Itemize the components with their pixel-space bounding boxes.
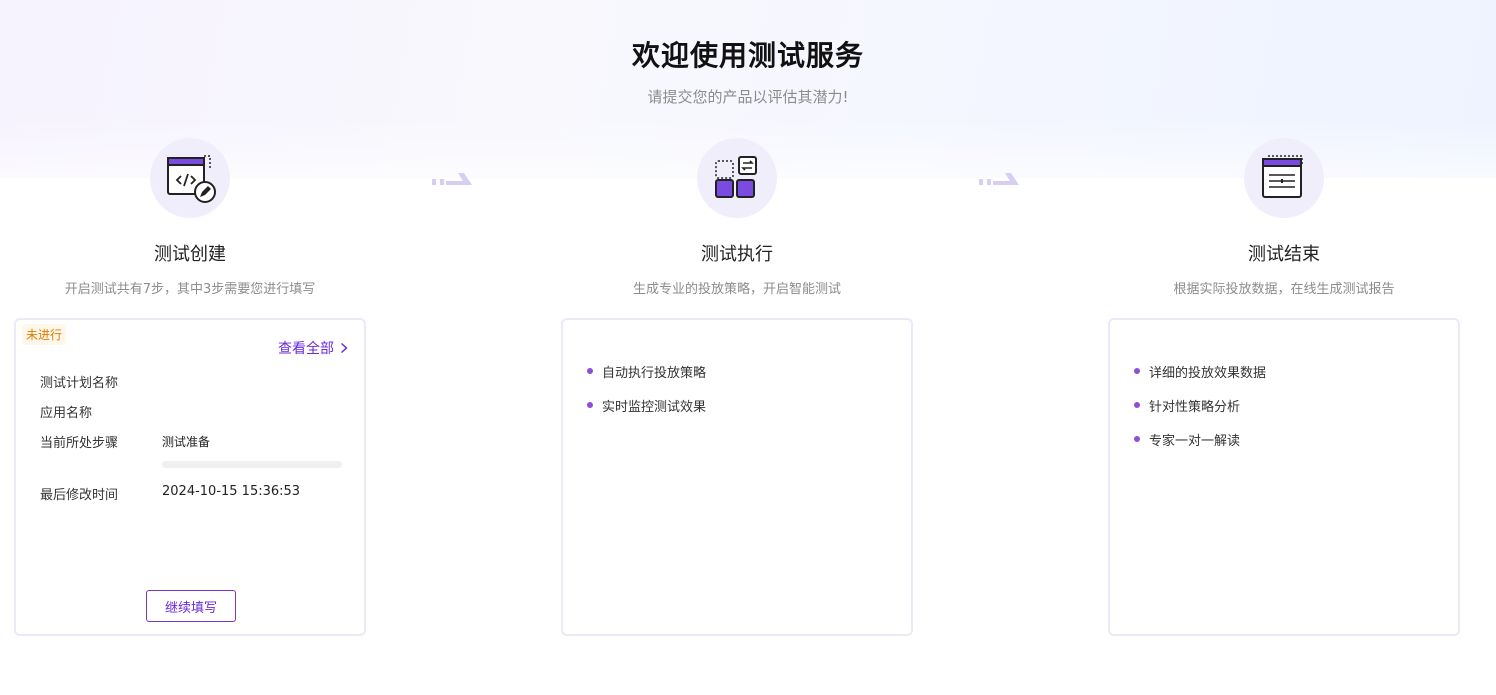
- chevron-right-icon: [340, 342, 348, 354]
- step-execute-title: 测试执行: [701, 244, 773, 265]
- app-name-label: 应用名称: [40, 406, 93, 421]
- step-connector-arrow-icon: [979, 173, 1019, 185]
- view-all-label: 查看全部: [278, 341, 334, 357]
- step-end-icon-circle: [1244, 138, 1324, 218]
- list-item-text: 自动执行投放策略: [602, 365, 707, 381]
- code-edit-icon: [167, 155, 216, 203]
- bullet-dot-icon: [1134, 368, 1140, 374]
- create-card: 未进行 查看全部 测试计划名称 应用名称 当前所处步骤 测试准备 最后修改时间 …: [14, 318, 366, 636]
- last-modified-label: 最后修改时间: [40, 488, 119, 503]
- list-item: 专家一对一解读: [1134, 422, 1266, 456]
- step-execute-desc: 生成专业的投放策略，开启智能测试: [632, 282, 841, 297]
- step-end: 测试结束 根据实际投放数据，在线生成测试报告: [1104, 138, 1464, 297]
- report-list-icon: [1262, 155, 1303, 198]
- list-item: 实时监控测试效果: [587, 388, 706, 422]
- step-create-title: 测试创建: [154, 244, 226, 265]
- list-item-text: 实时监控测试效果: [602, 399, 707, 415]
- last-modified-value: 2024-10-15 15:36:53: [162, 484, 301, 499]
- list-item-text: 针对性策略分析: [1149, 399, 1241, 415]
- step-end-title: 测试结束: [1248, 244, 1320, 265]
- view-all-link[interactable]: 查看全部: [278, 338, 348, 358]
- step-create-icon-circle: [150, 138, 230, 218]
- bullet-dot-icon: [1134, 436, 1140, 442]
- step-create: 测试创建 开启测试共有7步，其中3步需要您进行填写: [10, 138, 370, 297]
- blocks-exchange-icon: [715, 156, 757, 198]
- list-item: 针对性策略分析: [1134, 388, 1266, 422]
- step-execute-icon-circle: [697, 138, 777, 218]
- bullet-dot-icon: [587, 368, 593, 374]
- execute-feature-list: 自动执行投放策略 实时监控测试效果: [587, 354, 706, 422]
- current-step-value: 测试准备: [162, 435, 211, 449]
- bullet-dot-icon: [1134, 402, 1140, 408]
- step-end-desc: 根据实际投放数据，在线生成测试报告: [1173, 282, 1395, 297]
- list-item-text: 专家一对一解读: [1149, 433, 1241, 449]
- list-item: 详细的投放效果数据: [1134, 354, 1266, 388]
- page-title: 欢迎使用测试服务: [631, 39, 864, 72]
- step-execute: 测试执行 生成专业的投放策略，开启智能测试: [557, 138, 917, 297]
- page-subtitle: 请提交您的产品以评估其潜力!: [647, 88, 849, 106]
- end-card: 详细的投放效果数据 针对性策略分析 专家一对一解读: [1108, 318, 1460, 636]
- current-step-label: 当前所处步骤: [40, 436, 119, 451]
- continue-fill-button[interactable]: 继续填写: [146, 590, 236, 622]
- plan-name-label: 测试计划名称: [40, 376, 119, 391]
- step-progress-bar: [162, 461, 342, 468]
- list-item: 自动执行投放策略: [587, 354, 706, 388]
- list-item-text: 详细的投放效果数据: [1149, 365, 1267, 381]
- bullet-dot-icon: [587, 402, 593, 408]
- step-create-desc: 开启测试共有7步，其中3步需要您进行填写: [64, 282, 316, 297]
- status-badge: 未进行: [22, 324, 67, 345]
- step-connector-arrow-icon: [432, 173, 472, 185]
- end-feature-list: 详细的投放效果数据 针对性策略分析 专家一对一解读: [1134, 354, 1266, 456]
- execute-card: 自动执行投放策略 实时监控测试效果: [561, 318, 913, 636]
